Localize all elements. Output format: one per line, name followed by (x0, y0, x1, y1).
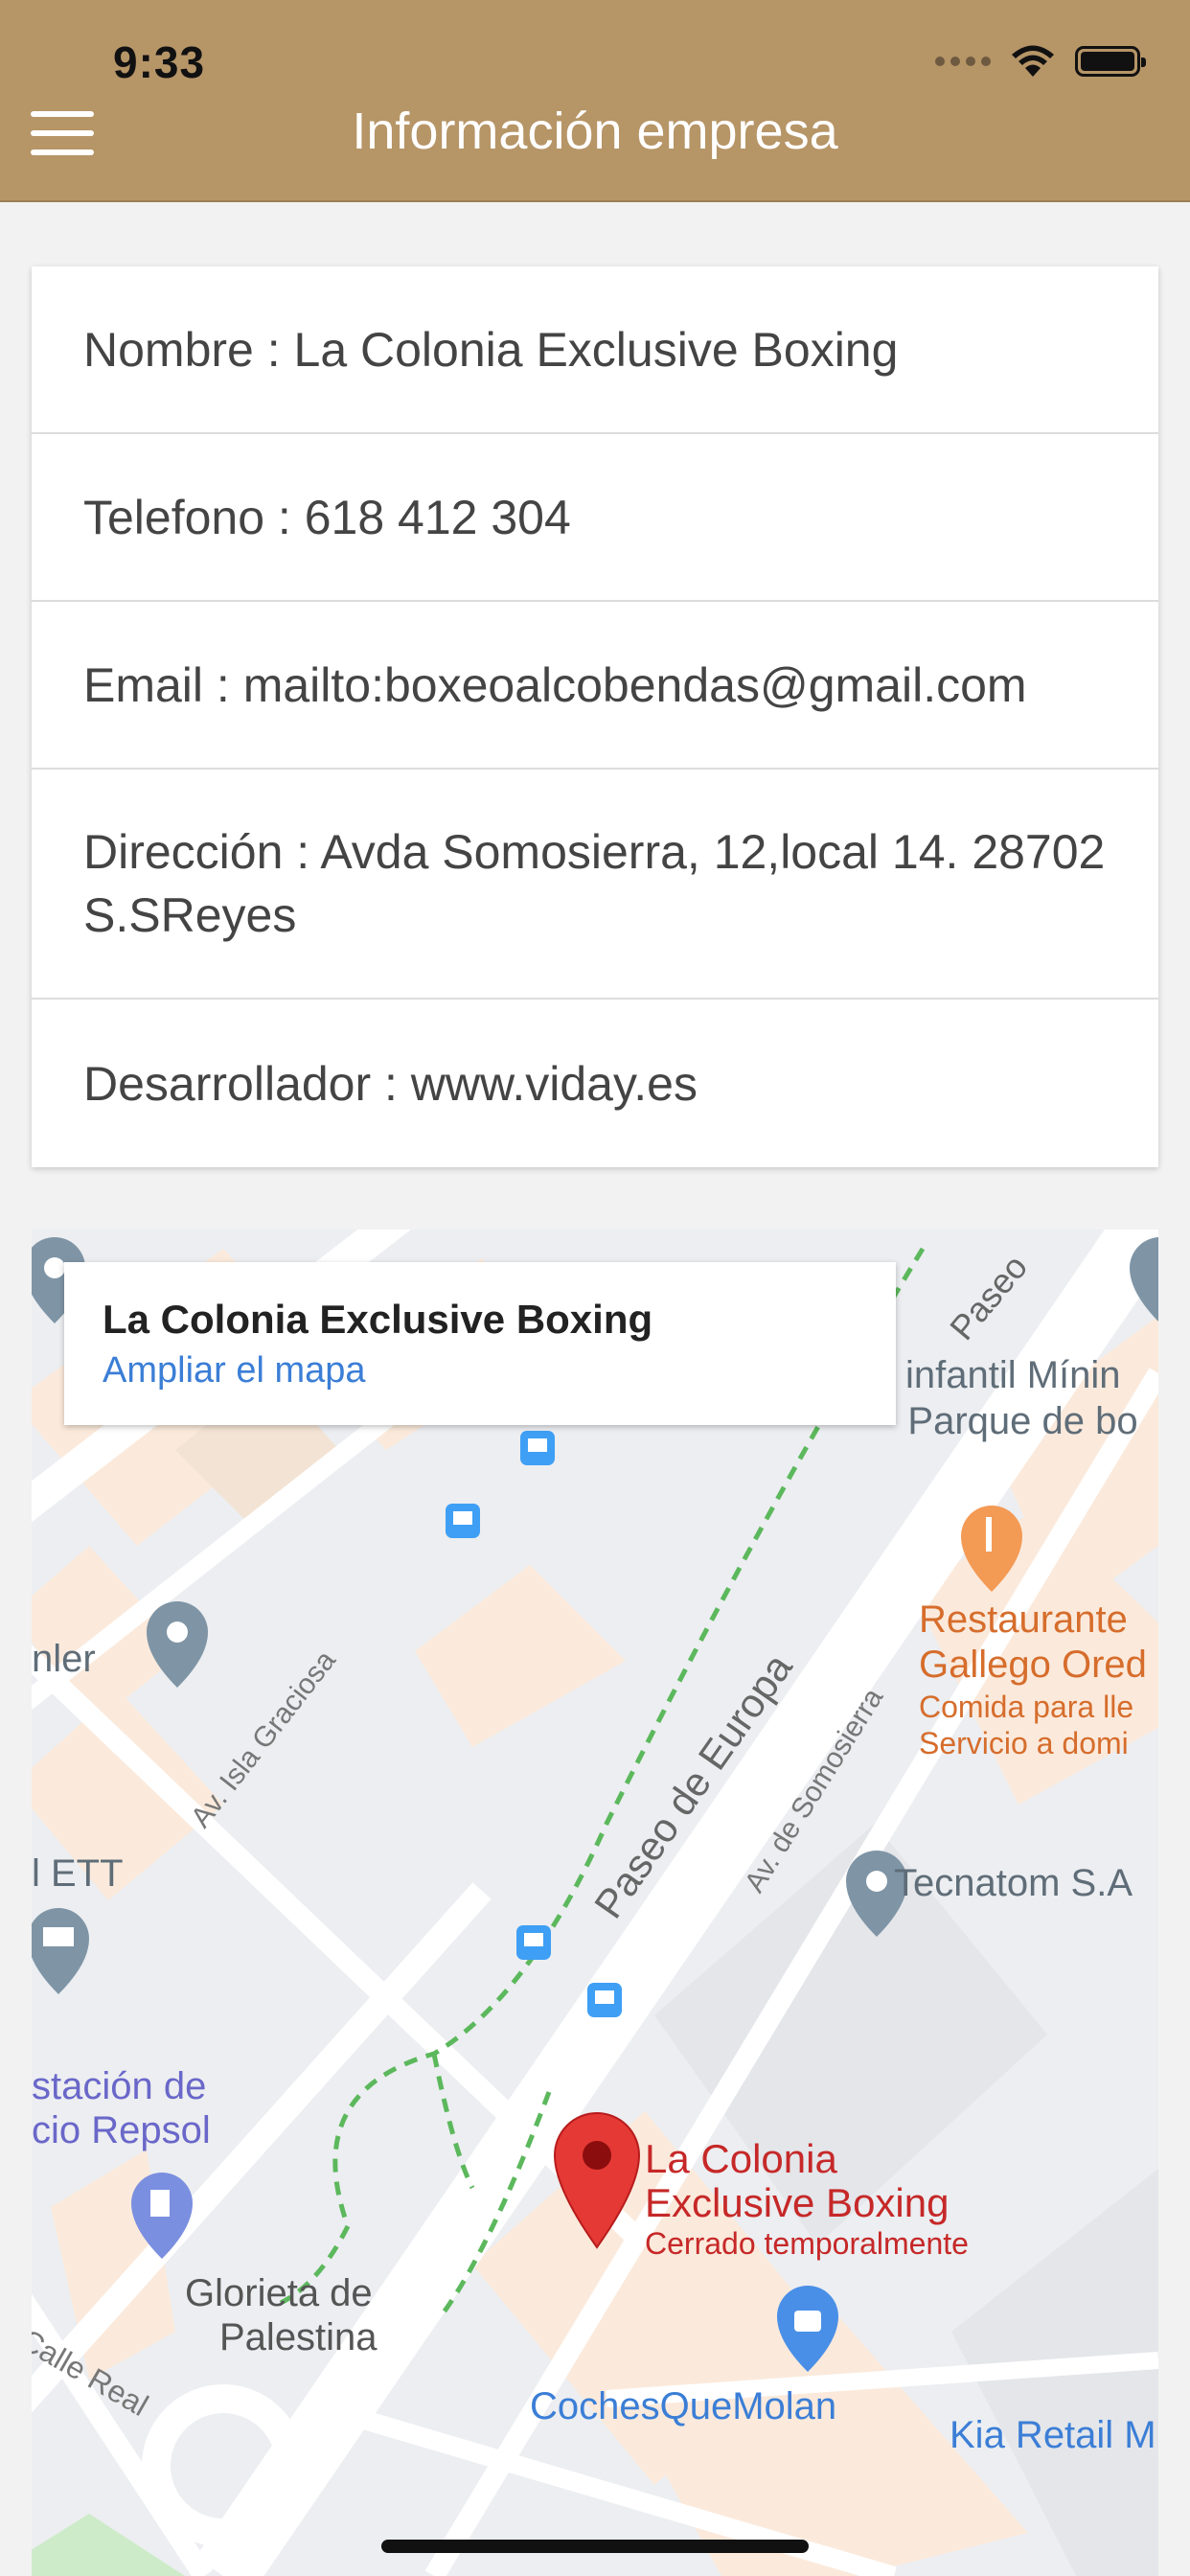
page-title: Información empresa (352, 103, 838, 160)
map-label: Servicio a domi (919, 1726, 1129, 1760)
info-row-developer[interactable]: Desarrollador : www.viday.es (32, 1000, 1158, 1167)
battery-icon (1075, 46, 1146, 77)
info-row-address: Dirección : Avda Somosierra, 12,local 14… (32, 770, 1158, 1000)
home-indicator[interactable] (381, 2540, 809, 2553)
bus-stop-icon (587, 1983, 622, 2017)
map-label: cio Repsol (32, 2109, 211, 2151)
map-label: l ETT (32, 1852, 124, 1895)
map-label: infantil Mínin (905, 1354, 1121, 1396)
bus-stop-icon (446, 1504, 480, 1538)
bus-stop-icon (520, 1431, 555, 1465)
map-block (415, 1565, 626, 1747)
view-larger-map-link[interactable]: Ampliar el mapa (103, 1350, 366, 1392)
map-label: Kia Retail M (950, 2414, 1156, 2456)
map-label: Tecnatom S.A (894, 1862, 1133, 1904)
info-row-phone[interactable]: Telefono : 618 412 304 (32, 434, 1158, 602)
map-view[interactable]: Paseo infantil Mínin - Parque de bo Rest… (32, 1230, 1158, 2576)
developer-value[interactable]: Desarrollador : www.viday.es (83, 1052, 698, 1116)
map-label: Restaurante (919, 1598, 1128, 1641)
info-row-name: Nombre : La Colonia Exclusive Boxing (32, 266, 1158, 434)
map-label: stación de (32, 2065, 207, 2107)
popup-title: La Colonia Exclusive Boxing (103, 1297, 653, 1342)
app-header: 9:33 Información empresa (0, 0, 1190, 202)
info-row-email[interactable]: Email : mailto:boxeoalcobendas@gmail.com (32, 602, 1158, 770)
map-label: Comida para lle (919, 1690, 1134, 1724)
cellular-signal-icon (935, 57, 991, 66)
phone-value[interactable]: Telefono : 618 412 304 (83, 486, 571, 549)
map-label[interactable]: Exclusive Boxing (645, 2180, 949, 2226)
status-icons (935, 42, 1146, 80)
wifi-icon (1012, 45, 1054, 77)
map-info-popup: La Colonia Exclusive Boxing Ampliar el m… (64, 1262, 896, 1425)
map-label: - Parque de bo (884, 1400, 1138, 1442)
poi-marker-icon (147, 1601, 208, 1688)
map-label: CochesQueMolan (530, 2385, 837, 2427)
bus-stop-icon (516, 1925, 551, 1960)
status-time: 9:33 (113, 37, 206, 87)
map-label: nler (32, 1638, 96, 1680)
company-name: Nombre : La Colonia Exclusive Boxing (83, 322, 899, 377)
address-value: Dirección : Avda Somosierra, 12,local 14… (83, 825, 1106, 942)
museum-marker-icon (32, 1908, 89, 1994)
map-label: Glorieta de (185, 2272, 373, 2314)
map-label: Cerrado temporalmente (645, 2226, 969, 2261)
map-label[interactable]: La Colonia (645, 2136, 837, 2182)
map-label: Palestina (219, 2316, 378, 2358)
map-label: Gallego Ored (919, 1644, 1147, 1686)
company-info-card: Nombre : La Colonia Exclusive Boxing Tel… (32, 266, 1158, 1167)
email-value[interactable]: Email : mailto:boxeoalcobendas@gmail.com (83, 654, 1027, 717)
